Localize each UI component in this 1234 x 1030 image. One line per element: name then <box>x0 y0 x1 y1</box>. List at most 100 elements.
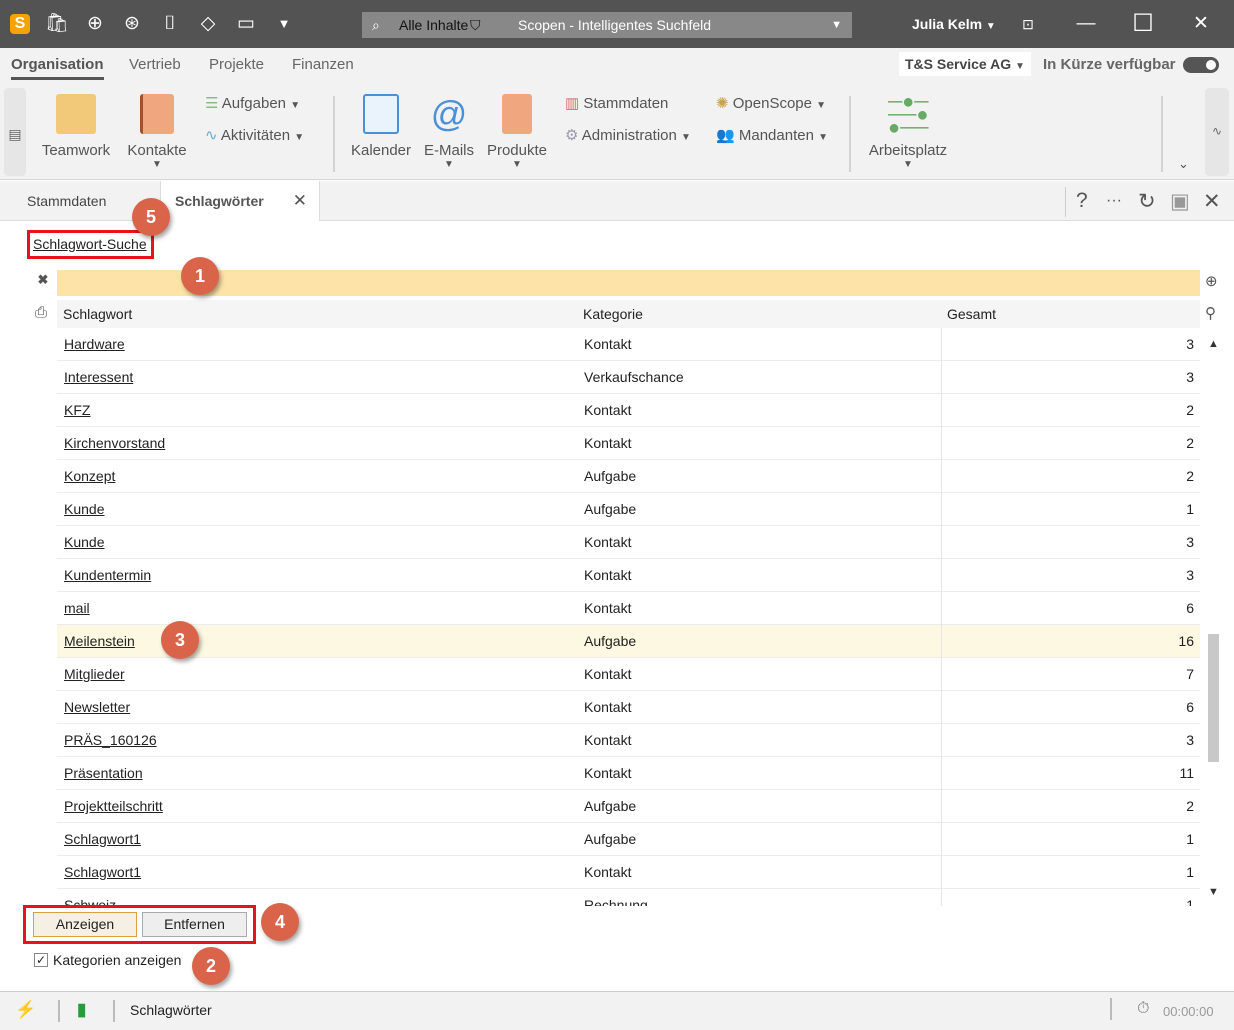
shopping-bag-icon[interactable]: 🛍 <box>45 13 69 35</box>
close-icon[interactable]: ✕ <box>1190 13 1212 35</box>
table-row[interactable]: PRÄS_160126 Kontakt 3 <box>57 724 1200 757</box>
quick-actions-icon[interactable]: ⚡ <box>15 1000 36 1020</box>
keyword-link[interactable]: Projektteilschritt <box>64 798 163 814</box>
kalender-button[interactable]: Kalender <box>350 88 412 159</box>
openscope-button[interactable]: ✺ OpenScope ▼ <box>716 94 826 112</box>
column-kategorie[interactable]: Kategorie <box>583 306 643 322</box>
tab-projekte[interactable]: Projekte <box>209 56 264 73</box>
keyword-table: Hardware Kontakt 3 Interessent Verkaufschanc… <box>57 328 1200 906</box>
more-icon[interactable]: ··· <box>1106 192 1122 210</box>
table-row[interactable]: Interessent Verkaufschance 3 <box>57 361 1200 394</box>
keyword-link[interactable]: Newsletter <box>64 699 130 715</box>
maximize-icon[interactable]: ☐ <box>1132 12 1154 36</box>
table-row[interactable]: Präsentation Kontakt 11 <box>57 757 1200 790</box>
table-row[interactable]: Kunde Aufgabe 1 <box>57 493 1200 526</box>
close-view-icon[interactable]: ✕ <box>1203 189 1221 214</box>
stopwatch-icon[interactable]: ⏱ <box>1137 1000 1149 1018</box>
dropdown-icon[interactable]: ▼ <box>273 13 295 35</box>
scrollbar-thumb[interactable] <box>1208 634 1219 762</box>
restore-panel-icon[interactable]: ⊡ <box>1017 13 1039 35</box>
table-row[interactable]: Hardware Kontakt 3 <box>57 328 1200 361</box>
plus-circle-icon[interactable]: ⊕ <box>84 13 106 35</box>
keyword-link[interactable]: Konzept <box>64 468 115 484</box>
comment-icon[interactable]: ▭ <box>235 13 257 35</box>
category-cell: Kontakt <box>584 732 632 748</box>
total-cell: 3 <box>1186 534 1194 550</box>
save-icon[interactable]: ▣ <box>1170 189 1190 214</box>
refresh-icon[interactable]: ↻ <box>1138 189 1156 214</box>
keyword-link[interactable]: Interessent <box>64 369 133 385</box>
tab-organisation[interactable]: Organisation <box>11 56 104 80</box>
search-scope[interactable]: Alle Inhalte <box>399 17 468 33</box>
keyword-link[interactable]: Kirchenvorstand <box>64 435 165 451</box>
total-cell: 2 <box>1186 468 1194 484</box>
category-cell: Kontakt <box>584 435 632 451</box>
table-row[interactable]: Mitglieder Kontakt 7 <box>57 658 1200 691</box>
availability-toggle[interactable] <box>1183 57 1219 73</box>
company-select[interactable]: T&S Service AG ▼ <box>899 52 1031 76</box>
stammdaten-button[interactable]: ▥ Stammdaten <box>565 94 668 112</box>
table-row[interactable]: Kunde Kontakt 3 <box>57 526 1200 559</box>
close-tab-icon[interactable]: ✕ <box>293 181 307 221</box>
table-row[interactable]: Kundentermin Kontakt 3 <box>57 559 1200 592</box>
keyword-link[interactable]: Hardware <box>64 336 125 352</box>
administration-button[interactable]: ⚙ Administration ▼ <box>565 126 691 144</box>
column-schlagwort[interactable]: Schlagwort <box>63 306 132 322</box>
sidebar-toggle-icon[interactable]: ▤ <box>4 88 26 176</box>
user-menu[interactable]: Julia Kelm ▼ <box>912 16 996 32</box>
keyword-link[interactable]: Schlagwort1 <box>64 864 141 880</box>
table-row[interactable]: Meilenstein Aufgabe 16 <box>57 625 1200 658</box>
table-row[interactable]: Projektteilschritt Aufgabe 2 <box>57 790 1200 823</box>
camera-icon[interactable]: ⌷ <box>159 13 181 35</box>
filter-row[interactable] <box>57 270 1200 296</box>
ribbon-expand-icon[interactable]: ⌄ <box>1178 156 1189 172</box>
search-icon[interactable]: ⚲ <box>1205 304 1216 322</box>
keyword-link[interactable]: Kundentermin <box>64 567 151 583</box>
activity-panel-icon[interactable]: ∿ <box>1205 88 1229 176</box>
lifebuoy-icon[interactable]: ⊛ <box>121 13 143 35</box>
table-row[interactable]: KFZ Kontakt 2 <box>57 394 1200 427</box>
table-row[interactable]: Konzept Aufgabe 2 <box>57 460 1200 493</box>
emails-button[interactable]: @ E-Mails ▼ <box>424 88 474 171</box>
keyword-link[interactable]: Mitglieder <box>64 666 125 682</box>
tab-schlagwoerter[interactable]: Schlagwörter ✕ <box>160 181 320 222</box>
help-icon[interactable]: ? <box>1076 189 1088 213</box>
table-row[interactable]: Schlagwort1 Kontakt 1 <box>57 856 1200 889</box>
chevron-down-icon[interactable]: ▼ <box>831 19 842 31</box>
kontakte-button[interactable]: Kontakte ▼ <box>124 88 190 170</box>
scroll-up-icon[interactable]: ▲ <box>1208 338 1219 350</box>
callout-5: 5 <box>132 198 170 236</box>
keyword-link[interactable]: Präsentation <box>64 765 143 781</box>
keyword-link[interactable]: PRÄS_160126 <box>64 732 157 748</box>
column-gesamt[interactable]: Gesamt <box>947 306 996 322</box>
print-icon[interactable]: ⎙ <box>35 304 47 321</box>
produkte-button[interactable]: Produkte ▼ <box>486 88 548 170</box>
mandanten-button[interactable]: 👥 Mandanten ▼ <box>716 126 828 144</box>
clear-filter-icon[interactable]: ✖ <box>33 272 53 292</box>
scroll-down-icon[interactable]: ▼ <box>1208 886 1219 898</box>
add-filter-icon[interactable]: ⊕ <box>1205 272 1218 290</box>
tag-icon[interactable]: ◇ <box>197 13 219 35</box>
table-row[interactable]: mail Kontakt 6 <box>57 592 1200 625</box>
aktivitaeten-button[interactable]: ∿ Aktivitäten ▼ <box>205 126 304 144</box>
teamwork-button[interactable]: Teamwork <box>40 88 112 159</box>
smart-search-field[interactable]: ⌕ Alle Inhalte ⛉ Scopen - Intelligentes … <box>362 12 852 38</box>
tab-vertrieb[interactable]: Vertrieb <box>129 56 181 73</box>
keyword-link[interactable]: Meilenstein <box>64 633 135 649</box>
keyword-link[interactable]: Kunde <box>64 501 104 517</box>
minimize-icon[interactable]: — <box>1075 13 1097 35</box>
table-row[interactable]: Newsletter Kontakt 6 <box>57 691 1200 724</box>
keyword-link[interactable]: Schlagwort1 <box>64 831 141 847</box>
arbeitsplatz-button[interactable]: ─●─ ──● ●── Arbeitsplatz ▼ <box>868 88 948 170</box>
tab-finanzen[interactable]: Finanzen <box>292 56 354 73</box>
keyword-link[interactable]: Kunde <box>64 534 104 550</box>
keyword-link[interactable]: mail <box>64 600 90 616</box>
show-categories-checkbox[interactable]: ✓ <box>34 953 48 967</box>
aufgaben-button[interactable]: ☰ Aufgaben ▼ <box>205 94 300 112</box>
filter-icon[interactable]: ⛉ <box>470 17 481 34</box>
table-row[interactable]: Schweiz Rechnung 1 <box>57 889 1200 906</box>
tab-stammdaten[interactable]: Stammdaten <box>13 181 120 221</box>
table-row[interactable]: Schlagwort1 Aufgabe 1 <box>57 823 1200 856</box>
table-row[interactable]: Kirchenvorstand Kontakt 2 <box>57 427 1200 460</box>
keyword-link[interactable]: KFZ <box>64 402 90 418</box>
